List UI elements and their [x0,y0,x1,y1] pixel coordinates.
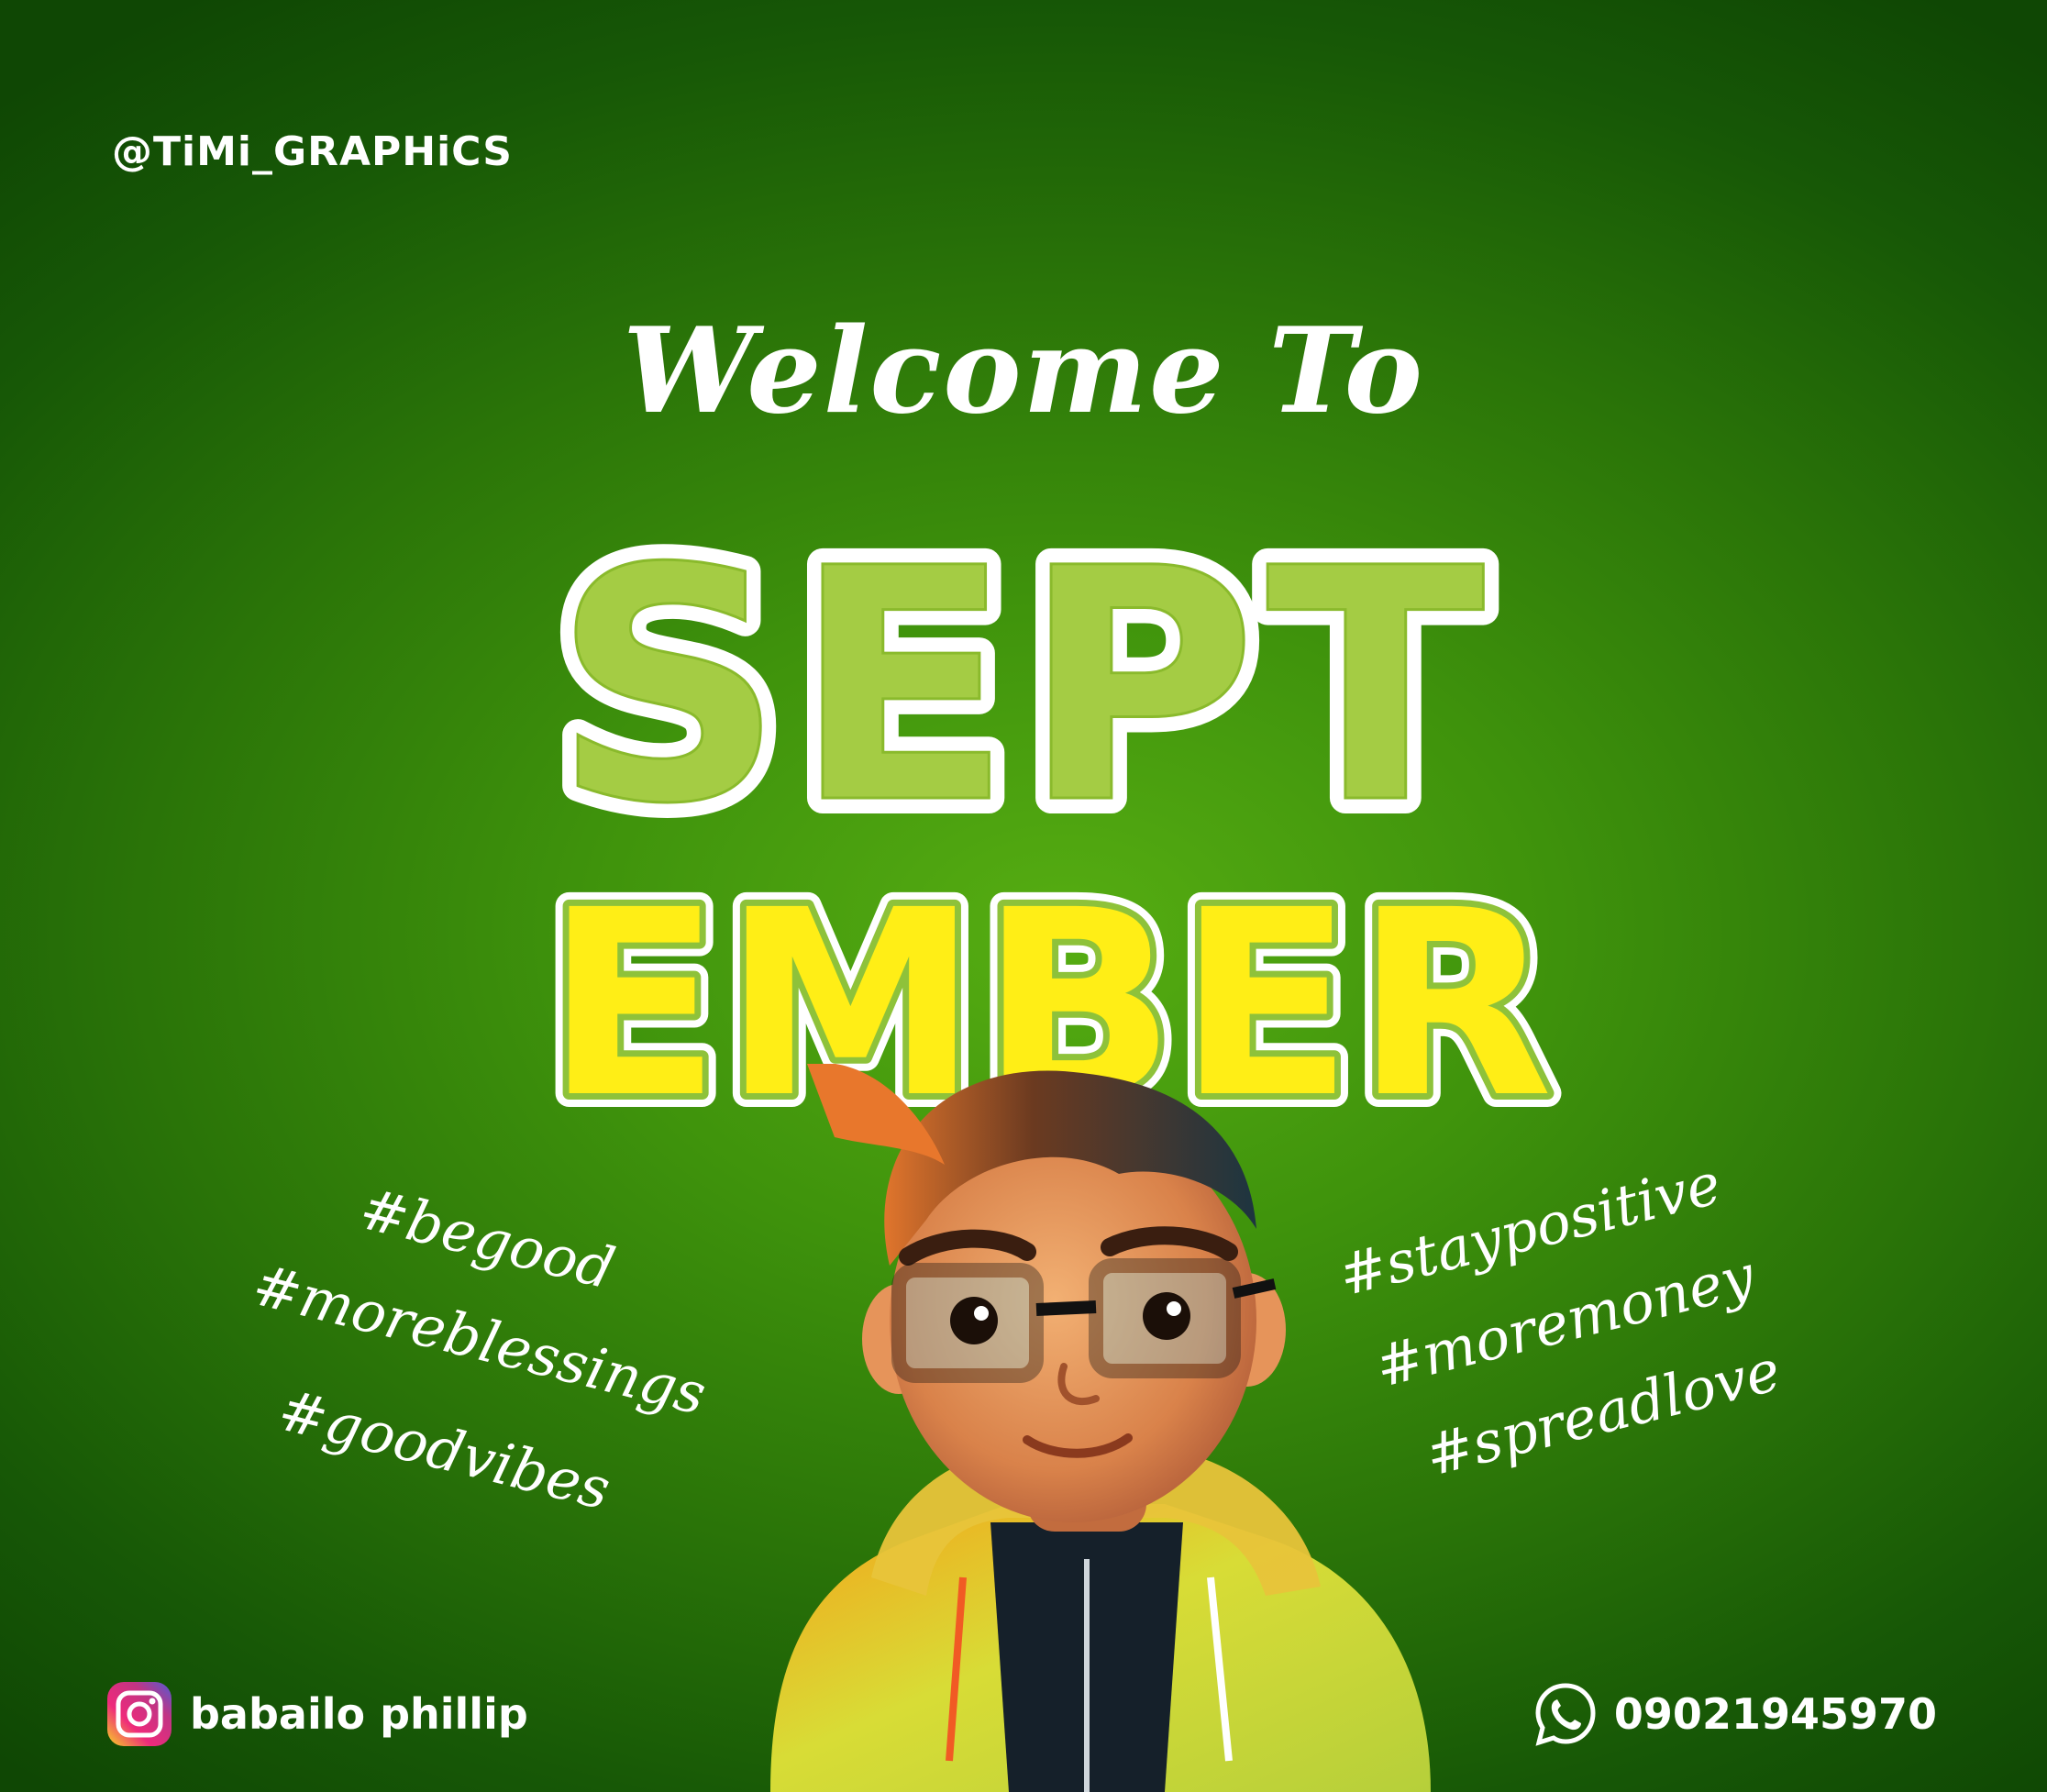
sept-text: SEPT [553,500,1494,844]
hashtag-goodvibes: #goodvibes [271,1376,617,1523]
sept-headline: SEPT SEPT [537,495,1500,844]
hashtags-right: #staypositive #moremoney #spreadlove [1332,1150,1811,1513]
whatsapp-contact: 09021945970 [1532,1680,1937,1748]
hashtag-begood: #begood [353,1174,622,1303]
whatsapp-icon [1535,1683,1596,1746]
whatsapp-number: 09021945970 [1613,1689,1937,1739]
poster: @TiMi_GRAPHiCS Welcome To SEPT SEPT EMBE… [0,0,2047,1792]
instagram-contact: babailo phillip [105,1680,528,1748]
instagram-icon [107,1682,172,1746]
hashtags-left: #begood #moreblessings #goodvibes [229,1175,713,1596]
designer-handle: @TiMi_GRAPHiCS [112,128,513,175]
instagram-name: babailo phillip [190,1689,528,1739]
welcome-heading: Welcome To [622,303,1425,440]
